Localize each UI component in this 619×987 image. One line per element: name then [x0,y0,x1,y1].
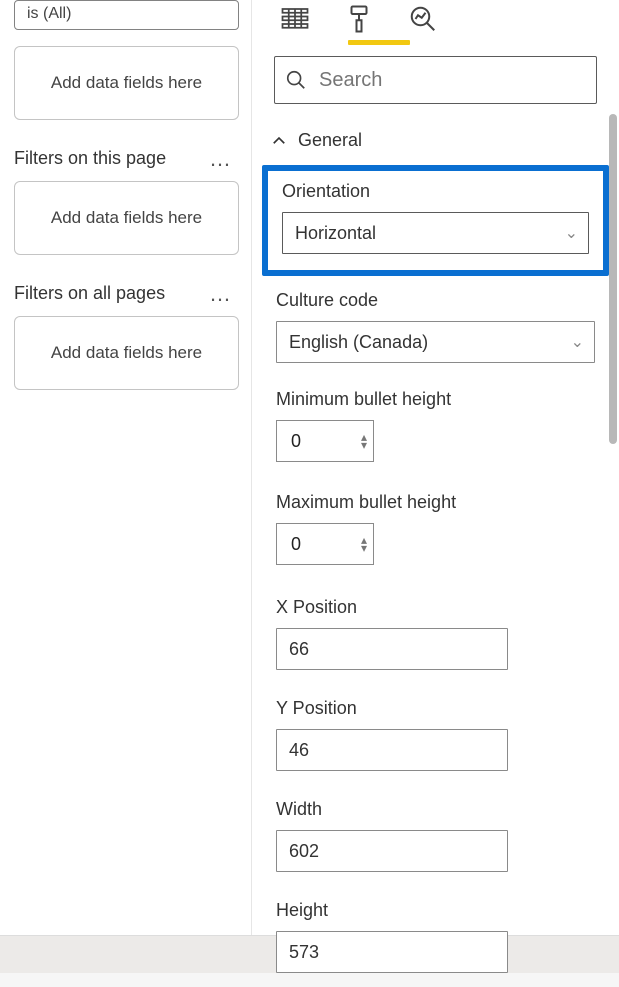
fields-tab-icon[interactable] [280,4,310,34]
minbullet-value: 0 [291,431,301,452]
maxbullet-label: Maximum bullet height [276,492,595,513]
scrollbar-vertical[interactable] [609,114,617,444]
maxbullet-value: 0 [291,534,301,555]
filters-pane: is (All) Add data fields here Filters on… [0,0,252,935]
section-general-label: General [298,130,362,151]
format-scroll: General Orientation Horizontal ⌄ Culture… [252,114,619,987]
format-tab-icon[interactable] [344,4,374,34]
orientation-select[interactable]: Horizontal ⌄ [282,212,589,254]
chevron-down-icon: ⌄ [571,339,584,346]
orientation-label: Orientation [282,181,589,202]
spinner-arrows-icon[interactable]: ▴▾ [361,536,367,552]
orientation-value: Horizontal [295,223,376,244]
filters-page-title: Filters on this page [14,148,166,169]
more-icon[interactable]: … [209,289,239,299]
culture-select[interactable]: English (Canada) ⌄ [276,321,595,363]
minbullet-input[interactable]: 0 ▴▾ [276,420,374,462]
dropzone-label: Add data fields here [51,208,202,228]
filter-card-isall[interactable]: is (All) [14,0,239,30]
search-icon [285,69,307,91]
height-input[interactable]: 573 [276,931,508,973]
format-pane: General Orientation Horizontal ⌄ Culture… [252,0,619,935]
filters-all-title: Filters on all pages [14,283,165,304]
filter-dropzone-visual[interactable]: Add data fields here [14,46,239,120]
width-label: Width [276,799,595,820]
width-input[interactable]: 602 [276,830,508,872]
filter-dropzone-page[interactable]: Add data fields here [14,181,239,255]
orientation-highlight: Orientation Horizontal ⌄ [262,165,609,276]
active-tab-underline [348,40,410,45]
height-label: Height [276,900,595,921]
maxbullet-input[interactable]: 0 ▴▾ [276,523,374,565]
pane-tabs [252,0,619,36]
minbullet-label: Minimum bullet height [276,389,595,410]
search-box[interactable] [274,56,597,104]
analytics-tab-icon[interactable] [408,4,438,34]
spinner-arrows-icon[interactable]: ▴▾ [361,433,367,449]
culture-label: Culture code [276,290,595,311]
more-icon[interactable]: … [209,154,239,164]
xpos-input[interactable]: 66 [276,628,508,670]
xpos-value: 66 [289,639,309,660]
search-input[interactable] [317,68,586,93]
xpos-label: X Position [276,597,595,618]
chevron-up-icon [270,132,288,150]
width-value: 602 [289,841,319,862]
ypos-input[interactable]: 46 [276,729,508,771]
dropzone-label: Add data fields here [51,73,202,93]
filters-all-header: Filters on all pages … [14,283,239,304]
chevron-down-icon: ⌄ [565,230,578,237]
filter-dropzone-all[interactable]: Add data fields here [14,316,239,390]
dropzone-label: Add data fields here [51,343,202,363]
culture-value: English (Canada) [289,332,428,353]
height-value: 573 [289,942,319,963]
app-frame: is (All) Add data fields here Filters on… [0,0,619,935]
ypos-label: Y Position [276,698,595,719]
section-general[interactable]: General [252,114,619,163]
ypos-value: 46 [289,740,309,761]
filters-page-header: Filters on this page … [14,148,239,169]
